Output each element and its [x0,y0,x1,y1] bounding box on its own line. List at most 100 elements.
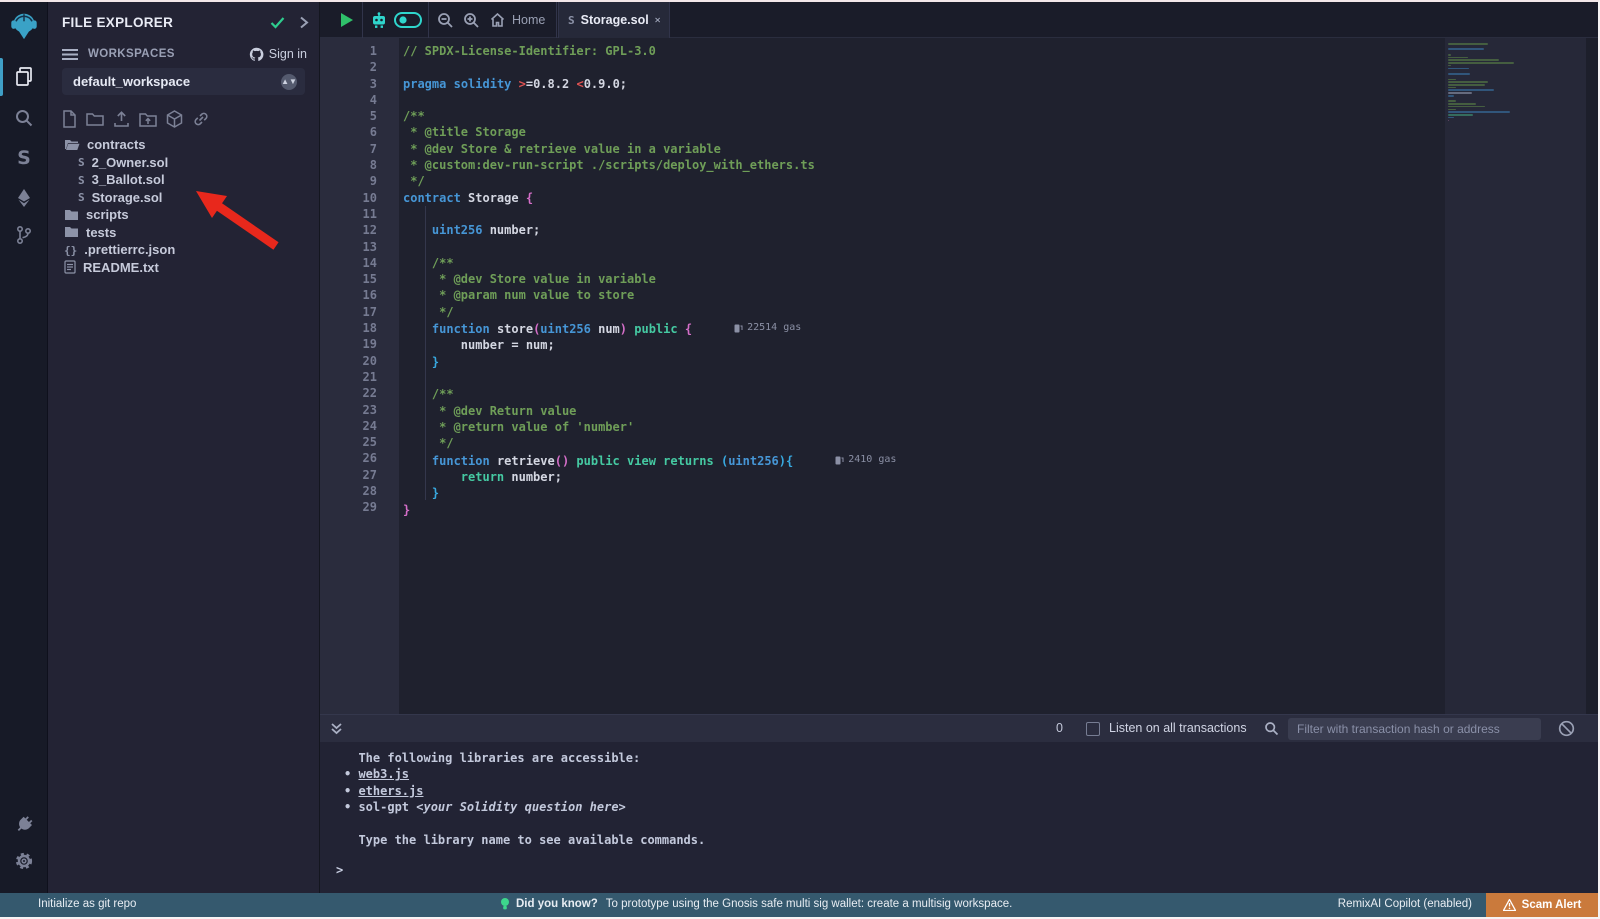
code-line-5: /** [403,108,1445,124]
code-line-6: * @title Storage [403,124,1445,140]
tip-text: To prototype using the Gnosis safe multi… [606,898,1013,910]
plugin-manager-icon[interactable] [8,808,40,840]
tree-item-label: tests [86,225,116,240]
did-you-know-tip: Did you know? To prototype using the Gno… [500,897,1012,911]
code-line-26: function retrieve() public view returns … [403,452,1445,469]
code-line-15: * @dev Store value in variable [403,271,1445,287]
gas-estimate-badge: 22514 gas [734,320,801,336]
panel-title: FILE EXPLORER [62,15,270,30]
terminal-prompt[interactable]: > [336,862,1598,878]
tree-item-label: README.txt [83,260,159,275]
tree-item-2-owner-sol[interactable]: S 2_Owner.sol [48,154,319,172]
search-icon[interactable] [8,102,40,134]
run-script-button[interactable] [332,2,362,38]
code-line-21 [403,370,1445,386]
tab-home-label: Home [512,13,545,27]
doc-icon [64,260,76,274]
solidity-file-icon: S [568,14,575,27]
icon-sidebar: S [0,2,48,917]
close-tab-icon[interactable] [655,15,660,25]
tip-label: Did you know? [516,898,598,910]
terminal-search-icon [1264,721,1279,736]
terminal-link[interactable]: ethers.js [358,784,423,798]
lightbulb-icon [500,897,510,911]
code-line-9: */ [403,173,1445,189]
tree-item-readme-txt[interactable]: README.txt [48,259,319,277]
editor-minimap[interactable] [1445,38,1586,714]
settings-gear-icon[interactable] [8,845,40,877]
file-tree: contractsS2_Owner.solS3_Ballot.solSStora… [48,136,319,276]
tab-storage-sol[interactable]: S Storage.sol [558,2,670,38]
remix-ide-window: S [0,0,1600,919]
tree-item-storage-sol[interactable]: S Storage.sol [48,189,319,207]
code-line-12: uint256 number; [403,222,1445,238]
upload-folder-icon[interactable] [139,111,157,128]
tree-item-label: Storage.sol [92,190,163,205]
folder-open-icon [64,138,80,151]
box-icon[interactable] [166,110,183,128]
workspace-caret-icon: ▲▼ [281,74,297,90]
terminal-link[interactable]: web3.js [358,767,409,781]
code-line-23: * @dev Return value [403,403,1445,419]
code-line-8: * @custom:dev-run-script ./scripts/deplo… [403,157,1445,173]
git-icon[interactable] [8,219,40,251]
scam-alert-label: Scam Alert [1522,899,1582,911]
workspaces-menu-icon[interactable] [62,48,78,61]
warning-icon [1503,899,1516,911]
folder-icon [64,226,79,238]
workspace-select[interactable]: default_workspace ▲▼ [62,68,305,95]
tab-home[interactable]: Home [478,2,557,38]
code-line-25: */ [403,435,1445,451]
solidity-compiler-icon[interactable]: S [8,142,40,174]
new-folder-icon[interactable] [86,111,104,127]
init-git-repo[interactable]: Initialize as git repo [38,898,136,910]
clear-console-icon[interactable] [1558,720,1575,737]
tree-item-scripts[interactable]: scripts [48,206,319,224]
tree-item-tests[interactable]: tests [48,224,319,242]
tree-item-contracts[interactable]: contracts [48,136,319,154]
indent-guide [425,206,426,500]
code-line-14: /** [403,255,1445,271]
editor-area: Home S Storage.sol 123456789101112131415… [320,2,1598,714]
code-line-24: * @return value of 'number' [403,419,1445,435]
terminal-collapse-chevrons-icon[interactable] [330,722,343,736]
tree-item--prettierrc-json[interactable]: {} .prettierrc.json [48,241,319,259]
terminal-line: • web3.js [344,766,1598,782]
code-editor[interactable]: // SPDX-License-Identifier: GPL-3.0 prag… [399,38,1445,714]
editor-tabstrip: Home S Storage.sol [320,2,1598,38]
check-icon[interactable] [270,16,285,29]
tree-item-label: scripts [86,207,129,222]
transaction-filter-input[interactable] [1288,718,1541,740]
listen-transactions-label: Listen on all transactions [1109,721,1247,735]
scam-alert-button[interactable]: Scam Alert [1486,893,1598,917]
terminal-output[interactable]: The following libraries are accessible:•… [320,742,1598,895]
solidity-icon: S [78,153,85,171]
code-line-10: contract Storage { [403,190,1445,206]
zoom-out-icon[interactable] [432,2,458,38]
tree-item-label: .prettierrc.json [84,242,175,257]
folder-icon [64,209,79,221]
code-line-16: * @param num value to store [403,287,1445,303]
collapse-panel-chevron-icon[interactable] [299,16,309,29]
gas-estimate-badge: 2410 gas [835,452,896,468]
tree-item-label: contracts [87,137,146,152]
braces-icon: {} [64,241,77,259]
code-line-22: /** [403,386,1445,402]
deploy-run-icon[interactable] [8,182,40,214]
status-bar: Initialize as git repo Did you know? To … [0,893,1598,917]
solidity-icon: S [78,188,85,206]
copilot-toggle[interactable] [390,2,426,38]
file-explorer-icon[interactable] [8,60,40,92]
new-file-icon[interactable] [62,110,77,128]
remix-logo[interactable] [8,10,40,42]
github-sign-in[interactable]: Sign in [249,47,307,62]
tree-item-label: 2_Owner.sol [92,155,169,170]
copilot-status[interactable]: RemixAI Copilot (enabled) [1338,898,1472,910]
terminal-line: • ethers.js [344,783,1598,799]
editor-scrollbar-track[interactable] [1586,38,1598,714]
listen-transactions-checkbox[interactable] [1086,722,1100,736]
solidity-icon: S [78,171,85,189]
tree-item-3-ballot-sol[interactable]: S3_Ballot.sol [48,171,319,189]
upload-files-icon[interactable] [113,110,130,128]
link-icon[interactable] [192,110,210,128]
